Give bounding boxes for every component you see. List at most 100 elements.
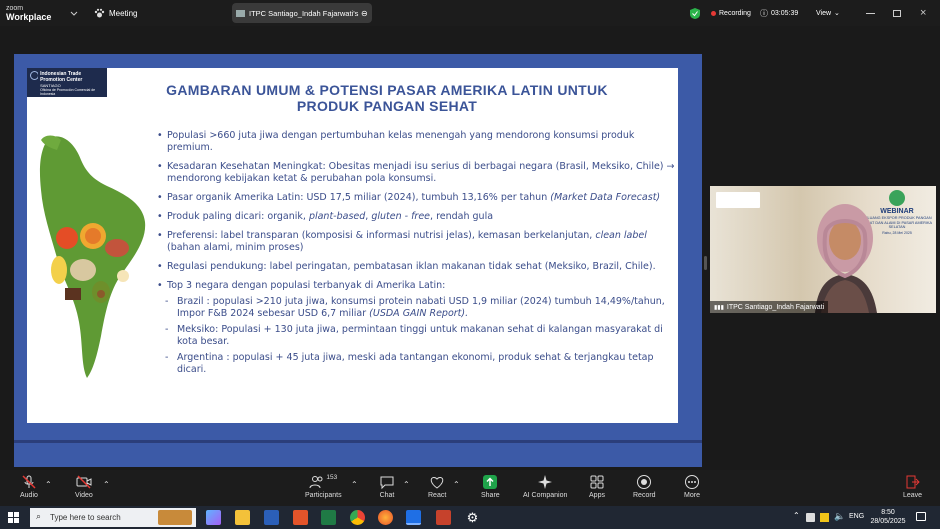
zoom-icon[interactable] [406, 510, 421, 525]
settings-gear-icon[interactable]: ⚙ [465, 510, 480, 525]
info-icon: ⓘ [760, 8, 768, 18]
screen-share-icon [236, 9, 245, 17]
powerpoint-icon[interactable] [436, 510, 451, 525]
more-icon [685, 475, 699, 489]
clock-time: 8:50 [881, 509, 895, 516]
tray-app-icon[interactable] [806, 513, 815, 522]
video-options-chevron[interactable]: ⌃ [103, 480, 110, 489]
panel-resize-handle[interactable] [704, 256, 707, 270]
participants-options-chevron[interactable]: ⌃ [351, 480, 358, 489]
presenter-figure [815, 204, 877, 313]
apps-button[interactable]: Apps [589, 474, 605, 499]
ministry-logo [716, 192, 760, 208]
view-menu[interactable]: View ⌄ [816, 0, 840, 26]
bullet-item: Kesadaran Kesehatan Meningkat: Obesitas … [157, 161, 677, 185]
file-explorer-icon[interactable] [235, 510, 250, 525]
share-label: Share [481, 492, 500, 499]
share-button[interactable]: Share [481, 474, 500, 499]
sub-item-brazil: - Brazil : populasi >210 juta jiwa, konsu… [165, 296, 665, 319]
minimize-icon[interactable] [866, 0, 875, 26]
react-label: React [428, 492, 447, 499]
meeting-label: Meeting [109, 8, 138, 18]
chevron-down-icon[interactable] [70, 0, 78, 26]
audio-options-chevron[interactable]: ⌃ [45, 480, 52, 489]
tray-chevron-icon[interactable]: ⌃ [793, 511, 800, 520]
participant-video[interactable]: WEBINAR PELUANG EKSPOR PRODUK PANGAN SEH… [710, 186, 936, 313]
participant-name: ITPC Santiago_Indah Fajarwati [726, 303, 825, 311]
volume-icon[interactable]: 🔈 [834, 511, 845, 522]
audio-label: Audio [20, 492, 38, 499]
heart-icon [430, 476, 444, 489]
exit-icon [906, 475, 920, 489]
slide-bullets: Populasi >660 juta jiwa dengan pertumbuh… [157, 130, 677, 383]
language-indicator[interactable]: ENG [849, 513, 864, 520]
more-icon[interactable]: ⊖ [361, 9, 368, 18]
sparkle-icon [538, 475, 553, 489]
recording-indicator[interactable]: Recording [711, 0, 751, 26]
leave-label: Leave [903, 492, 923, 499]
title-line2: PRODUK PANGAN SEHAT [296, 98, 478, 114]
sub-item-meksiko: - Meksiko: Populasi + 130 juta jiwa, perm… [165, 324, 663, 347]
office-app-icon[interactable] [293, 510, 308, 525]
mic-muted-icon [22, 475, 36, 489]
tray-warning-icon[interactable] [820, 513, 829, 522]
search-placeholder: Type here to search [50, 513, 121, 522]
bullet-item: Produk paling dicari: organik, plant-bas… [157, 211, 677, 223]
bullet-item: Populasi >660 juta jiwa dengan pertumbuh… [157, 130, 677, 154]
logo-line4: Oficina de Promoción Comercial de Indone… [40, 88, 96, 96]
shield-icon[interactable] [690, 0, 700, 26]
apps-label: Apps [589, 492, 605, 499]
react-options-chevron[interactable]: ⌃ [453, 480, 460, 489]
more-button[interactable]: More [684, 474, 700, 499]
meeting-stage: Indonesian Trade Promotion Center SANTIA… [0, 26, 940, 470]
search-icon: ⌕ [36, 511, 42, 521]
firefox-icon[interactable] [378, 510, 393, 525]
video-label: Video [75, 492, 93, 499]
react-button[interactable]: React [428, 474, 446, 499]
video-off-icon [76, 475, 92, 489]
ai-companion-button[interactable]: AI Companion [523, 474, 567, 499]
people-icon [309, 476, 323, 489]
windows-taskbar: ⌕ Type here to search ⚙ ⌃ 🔈 ENG 8:50 28/… [0, 506, 940, 529]
excel-icon[interactable] [321, 510, 336, 525]
restore-icon[interactable] [893, 0, 901, 26]
meeting-controls: Audio ⌃ Video ⌃ 153 Participants ⌃ Chat … [0, 470, 940, 506]
audio-button[interactable]: Audio [20, 474, 38, 499]
meeting-tab[interactable]: ITPC Santiago_Indah Fajarwati's s... ⊖ [232, 3, 372, 23]
participants-label: Participants [305, 492, 342, 499]
title-line1: GAMBARAN UMUM & POTENSI PASAR AMERIKA LA… [166, 82, 608, 98]
view-label: View [816, 9, 832, 17]
close-icon[interactable]: × [920, 0, 926, 26]
clock[interactable]: 8:50 28/05/2025 [868, 508, 908, 526]
participants-button[interactable]: 153 Participants [305, 474, 342, 499]
bullet-item: Regulasi pendukung: label peringatan, pe… [157, 261, 677, 273]
record-icon [637, 475, 652, 489]
record-button[interactable]: Record [633, 474, 656, 499]
chat-options-chevron[interactable]: ⌃ [403, 480, 410, 489]
search-highlight-image [158, 510, 192, 525]
presentation-slide: Indonesian Trade Promotion Center SANTIA… [27, 68, 678, 423]
word-icon[interactable] [264, 510, 279, 525]
chrome-icon[interactable] [350, 510, 365, 525]
sub-item-argentina: - Argentina : populasi + 45 juta jiwa, me… [165, 352, 654, 375]
copilot-icon[interactable] [206, 510, 221, 525]
taskbar-search[interactable]: ⌕ Type here to search [30, 508, 196, 527]
more-label: More [684, 492, 700, 499]
meeting-tab-label: ITPC Santiago_Indah Fajarwati's s... [249, 8, 359, 18]
brand-line2: Workplace [6, 12, 52, 22]
notification-icon[interactable] [916, 512, 926, 521]
signal-icon: ▮▮▮ [714, 304, 724, 311]
windows-start-icon[interactable] [8, 512, 19, 523]
participant-name-label: ▮▮▮ ITPC Santiago_Indah Fajarwati [710, 301, 829, 313]
chat-button[interactable]: Chat [379, 474, 395, 499]
record-dot-icon [711, 10, 716, 16]
leave-button[interactable]: Leave [903, 474, 922, 499]
emblem-icon [30, 71, 39, 80]
record-label: Record [633, 492, 656, 499]
paw-icon [94, 8, 105, 17]
meeting-menu[interactable]: Meeting [94, 0, 137, 26]
latin-america-map-illustration [39, 135, 146, 378]
video-button[interactable]: Video [75, 474, 93, 499]
title-bar: zoom Workplace Meeting ITPC Santiago_Ind… [0, 0, 940, 26]
app-brand: zoom Workplace [6, 0, 51, 26]
